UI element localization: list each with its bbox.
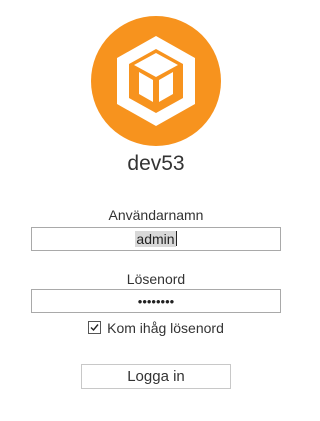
remember-password-label: Kom ihåg lösenord [107, 320, 224, 336]
login-button[interactable]: Logga in [81, 364, 231, 389]
checkmark-icon [90, 324, 99, 332]
username-input[interactable]: admin [31, 227, 281, 251]
password-label: Lösenord [126, 271, 186, 287]
remember-password-row[interactable]: Kom ihåg lösenord [0, 320, 312, 336]
cube-logo-icon [91, 16, 221, 146]
password-input[interactable]: •••••••• [31, 289, 281, 313]
username-label: Användarnamn [108, 207, 204, 223]
hostname-title: dev53 [127, 152, 185, 175]
username-value: admin [135, 231, 176, 247]
remember-password-checkbox[interactable] [88, 321, 102, 334]
password-value: •••••••• [137, 294, 175, 309]
text-caret [175, 231, 177, 246]
